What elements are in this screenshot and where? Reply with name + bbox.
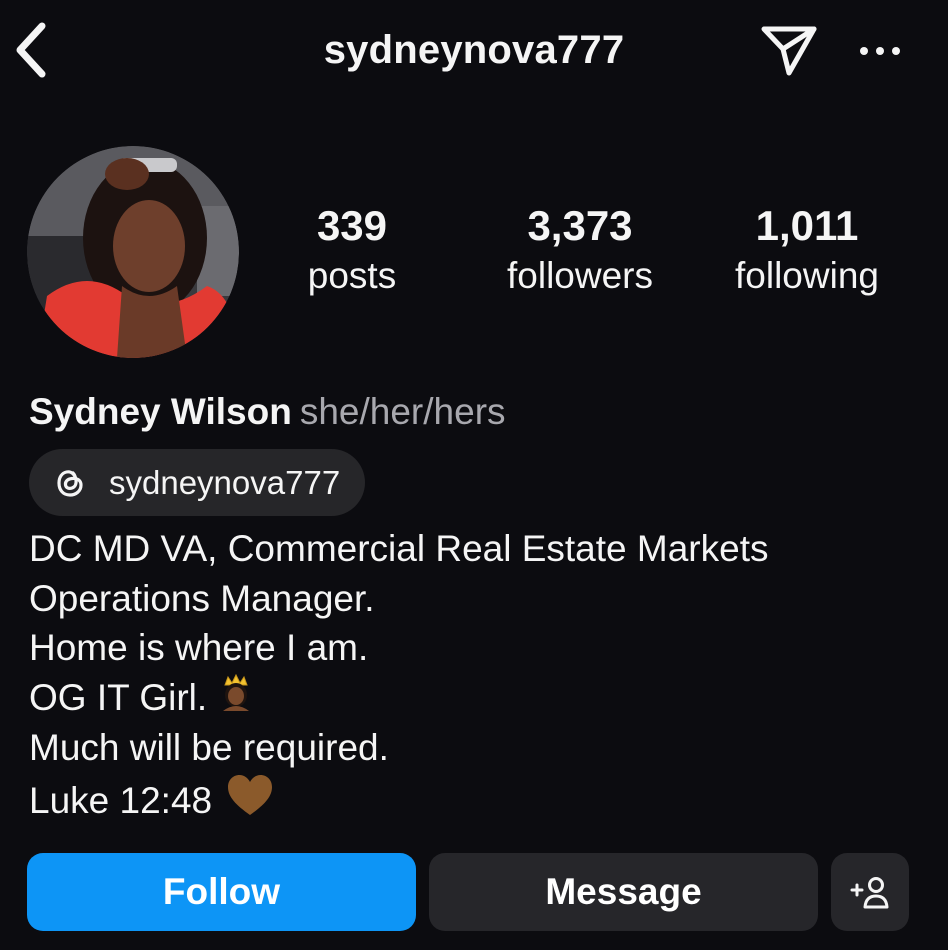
- bio-line: OG IT Girl.: [29, 673, 909, 724]
- message-button[interactable]: Message: [429, 853, 818, 931]
- bio-line: Much will be required.: [29, 723, 909, 773]
- posts-count: 339: [316, 202, 388, 249]
- threads-badge[interactable]: sydneynova777: [29, 449, 366, 516]
- stat-following[interactable]: 1,011 following: [712, 200, 902, 300]
- bio-line: DC MD VA, Commercial Real Estate Markets: [29, 524, 909, 574]
- stat-followers[interactable]: 3,373 followers: [480, 200, 680, 300]
- followers-label: followers: [507, 255, 653, 296]
- bio-line-text: Much will be required.: [29, 727, 389, 768]
- following-label: following: [735, 255, 879, 296]
- profile-avatar[interactable]: [27, 146, 239, 358]
- threads-handle: sydneynova777: [109, 463, 341, 501]
- bio-line-text: OG IT Girl.: [29, 677, 208, 718]
- following-count: 1,011: [755, 202, 859, 249]
- bio-line-text: Home is where I am.: [29, 627, 369, 668]
- threads-icon: [53, 466, 87, 500]
- suggested-accounts-button[interactable]: [831, 853, 909, 931]
- top-bar: sydneynova777: [0, 0, 948, 110]
- bio-line-text: DC MD VA, Commercial Real Estate Markets: [29, 528, 769, 569]
- bio-line: Home is where I am.: [29, 623, 909, 673]
- display-name: Sydney Wilson: [29, 391, 292, 432]
- posts-label: posts: [307, 255, 397, 296]
- share-profile-button[interactable]: [756, 20, 822, 82]
- bio-line-text: Luke 12:48: [29, 780, 213, 821]
- follow-button-label: Follow: [162, 871, 281, 912]
- stat-posts[interactable]: 339 posts: [282, 200, 422, 300]
- followers-count: 3,373: [527, 202, 633, 249]
- bio: DC MD VA, Commercial Real Estate Markets…: [29, 524, 909, 829]
- avatar-photo: [27, 146, 239, 358]
- bio-line: Operations Manager.: [29, 574, 909, 624]
- princess-emoji-icon: [217, 673, 255, 724]
- more-options-button[interactable]: [852, 26, 908, 76]
- message-button-label: Message: [545, 871, 702, 912]
- follow-button[interactable]: Follow: [27, 853, 416, 931]
- brown-heart-icon: [226, 773, 274, 830]
- bio-line: Luke 12:48: [29, 773, 909, 830]
- name-line: Sydney Wilson she/her/hers: [29, 388, 506, 436]
- paper-plane-icon: [761, 26, 817, 76]
- bio-line-text: Operations Manager.: [29, 577, 375, 619]
- pronouns: she/her/hers: [299, 391, 506, 432]
- profile-page: sydneynova777 339 posts 3,373 followers …: [0, 0, 948, 950]
- add-person-icon: [850, 877, 889, 909]
- ellipsis-icon: [860, 47, 900, 55]
